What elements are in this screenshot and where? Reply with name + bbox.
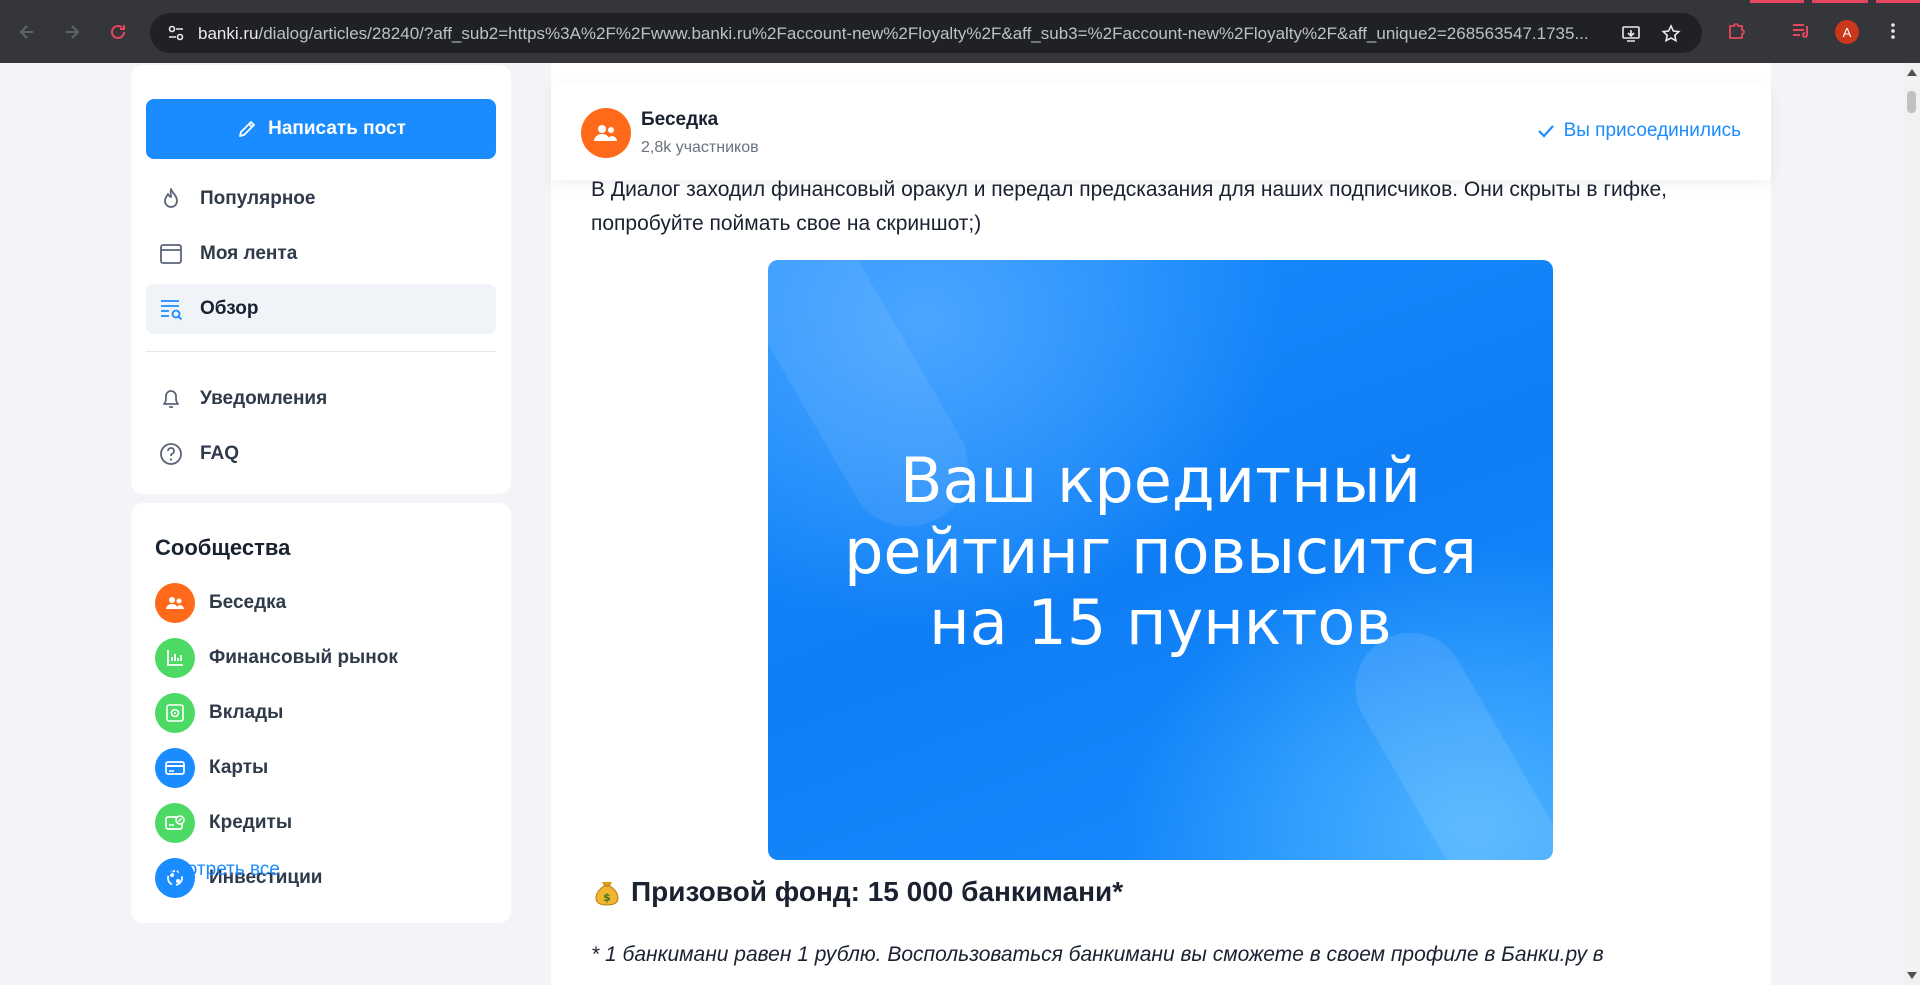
scroll-up-arrow[interactable] bbox=[1907, 69, 1917, 76]
people-icon bbox=[594, 125, 617, 141]
communities-panel: Сообщества Беседка Финансовый рынок Вкла… bbox=[131, 503, 511, 923]
tab-indicator bbox=[1750, 0, 1804, 3]
people-icon bbox=[155, 583, 195, 623]
feed-icon bbox=[160, 244, 182, 264]
menu-item-notifications[interactable]: Уведомления bbox=[146, 374, 496, 424]
article-intro: В Диалог заходил финансовый оракул и пер… bbox=[591, 178, 1667, 235]
install-app-icon[interactable] bbox=[1620, 23, 1642, 45]
playlist-icon bbox=[1793, 24, 1808, 38]
community-label: Кредиты bbox=[209, 812, 293, 833]
menu-item-faq[interactable]: FAQ bbox=[146, 429, 496, 479]
community-item-cards[interactable]: Карты bbox=[155, 747, 268, 789]
write-post-button[interactable]: Написать пост bbox=[146, 99, 496, 159]
tab-indicator bbox=[1876, 0, 1920, 3]
community-label: Финансовый рынок bbox=[209, 647, 398, 668]
group-members: 2,8k участников bbox=[641, 139, 759, 156]
card-icon bbox=[155, 748, 195, 788]
community-label: Беседка bbox=[209, 592, 287, 613]
group-header: Беседка 2,8k участников Вы присоединилис… bbox=[551, 84, 1771, 180]
menu-item-popular[interactable]: Популярное bbox=[146, 174, 496, 224]
back-button[interactable] bbox=[12, 17, 42, 47]
credit-icon bbox=[155, 803, 195, 843]
community-label: Вклады bbox=[209, 702, 284, 723]
promo-text: Ваш кредитный рейтинг повысится на 15 пу… bbox=[768, 445, 1553, 658]
menu-label-popular: Популярное bbox=[200, 188, 316, 209]
prize-text: Призовой фонд: 15 000 банкимани* bbox=[631, 876, 1124, 907]
media-control-button[interactable] bbox=[1788, 18, 1814, 44]
forward-button[interactable] bbox=[57, 17, 87, 47]
menu-label-feed: Моя лента bbox=[200, 243, 298, 264]
help-icon bbox=[160, 443, 182, 465]
prize-heading: $ Призовой фонд: 15 000 банкимани* bbox=[591, 876, 1123, 908]
overview-icon bbox=[161, 300, 183, 321]
community-item-deposits[interactable]: Вклады bbox=[155, 692, 283, 734]
menu-label-faq: FAQ bbox=[200, 443, 240, 464]
promo-line: Ваш кредитный bbox=[900, 444, 1421, 517]
community-item-fin-market[interactable]: Финансовый рынок bbox=[155, 637, 398, 679]
see-all-link[interactable]: Смотреть все bbox=[160, 859, 280, 881]
money-bag-icon: $ bbox=[595, 882, 619, 906]
communities-title: Сообщества bbox=[155, 535, 291, 560]
menu-divider bbox=[146, 351, 496, 352]
community-label: Карты bbox=[209, 757, 269, 778]
menu-label-notifications: Уведомления bbox=[200, 388, 328, 409]
flame-icon bbox=[164, 188, 178, 208]
pencil-icon bbox=[239, 121, 256, 137]
bookmark-star-icon[interactable] bbox=[1660, 23, 1682, 45]
safe-icon bbox=[155, 693, 195, 733]
arrow-right-icon bbox=[66, 25, 80, 39]
community-item-besedka[interactable]: Беседка bbox=[155, 582, 286, 624]
url-text[interactable]: banki.ru/dialog/articles/28240/?aff_sub2… bbox=[198, 24, 1618, 44]
url-host: banki.ru bbox=[198, 24, 259, 43]
joined-button[interactable]: Вы присоединились bbox=[1536, 120, 1741, 142]
menu-label-overview: Обзор bbox=[200, 298, 259, 319]
site-info-icon[interactable] bbox=[166, 23, 186, 43]
menu-item-overview[interactable]: Обзор bbox=[146, 284, 496, 334]
page-viewport: Написать пост Популярное Моя лента Обзор… bbox=[0, 63, 1903, 985]
tab-indicator bbox=[1812, 0, 1868, 3]
footnote: * 1 банкимани равен 1 рублю. Воспользова… bbox=[591, 943, 1604, 966]
promo-line: рейтинг повысится bbox=[844, 515, 1477, 588]
address-bar[interactable]: banki.ru/dialog/articles/28240/?aff_sub2… bbox=[150, 13, 1702, 53]
chart-icon bbox=[155, 638, 195, 678]
scroll-down-arrow[interactable] bbox=[1907, 972, 1917, 979]
puzzle-icon bbox=[1729, 23, 1745, 39]
page-scrollbar[interactable] bbox=[1903, 63, 1920, 985]
write-post-label: Написать пост bbox=[268, 118, 406, 139]
scroll-thumb[interactable] bbox=[1907, 91, 1916, 113]
menu-item-feed[interactable]: Моя лента bbox=[146, 229, 496, 279]
browser-toolbar: banki.ru/dialog/articles/28240/?aff_sub2… bbox=[0, 0, 1920, 63]
reload-button[interactable] bbox=[103, 17, 133, 47]
browser-menu-button[interactable] bbox=[1880, 18, 1906, 44]
url-path: /dialog/articles/28240/?aff_sub2=https%3… bbox=[258, 24, 1589, 43]
sidebar-nav: Написать пост Популярное Моя лента Обзор… bbox=[131, 65, 511, 494]
check-icon bbox=[1537, 125, 1554, 138]
kebab-menu-icon bbox=[1891, 23, 1895, 39]
promo-image: Ваш кредитный рейтинг повысится на 15 пу… bbox=[768, 260, 1553, 860]
svg-text:$: $ bbox=[603, 891, 611, 904]
bell-icon bbox=[163, 390, 179, 408]
joined-label: Вы присоединились bbox=[1563, 120, 1741, 141]
profile-avatar[interactable]: A bbox=[1835, 20, 1859, 44]
extensions-button[interactable] bbox=[1723, 18, 1749, 44]
community-item-credits[interactable]: Кредиты bbox=[155, 802, 292, 844]
promo-line: на 15 пунктов bbox=[929, 586, 1392, 659]
group-name[interactable]: Беседка bbox=[641, 109, 718, 131]
arrow-left-icon bbox=[19, 25, 33, 39]
group-avatar[interactable] bbox=[581, 108, 631, 158]
reload-icon bbox=[111, 24, 125, 39]
